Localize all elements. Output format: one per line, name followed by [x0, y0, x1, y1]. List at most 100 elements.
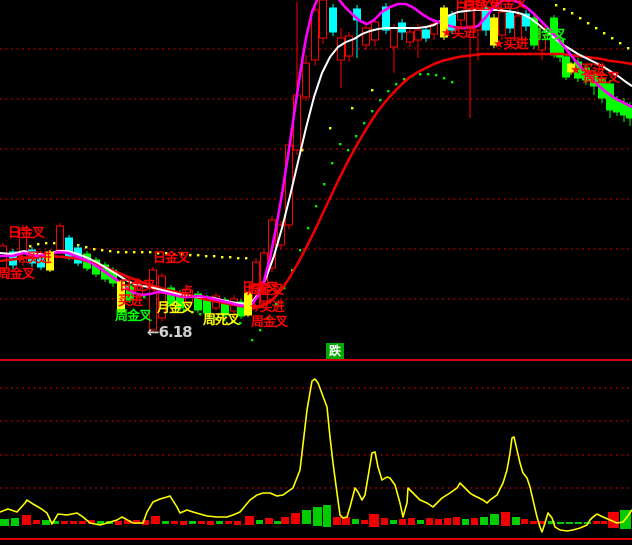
volume-bar: [435, 519, 442, 525]
candle-body: [320, 0, 327, 38]
candle-body: [118, 282, 125, 312]
dots-lower-green-rise: [395, 83, 397, 85]
dots-upper-yellow-left: [109, 250, 111, 252]
volume-bar: [399, 519, 406, 525]
volume-bar: [171, 521, 178, 524]
candle-body: [312, 10, 319, 60]
volume-bar: [361, 520, 368, 524]
volume-bar: [79, 521, 86, 524]
dots-lower-green-rise: [347, 149, 349, 151]
volume-bar: [313, 507, 322, 526]
candle-body: [47, 252, 54, 270]
dots-lower-green-rise: [299, 249, 301, 251]
volume-bar: [245, 516, 254, 525]
volume-bar: [453, 517, 460, 525]
volume-bar: [225, 521, 232, 524]
volume-bar: [274, 521, 281, 524]
stock-chart-window: 日金叉★买进周金叉日金叉日金叉买进周金叉月金叉点周死叉←6.18日金叉周金叉★买…: [0, 0, 632, 545]
candle-body: [415, 30, 422, 40]
dots-lower-green-rise: [331, 162, 333, 164]
dots-sparse-yellow-rise: [329, 127, 331, 129]
dots-lower-green-rise: [323, 183, 325, 185]
dots-lower-green-rise: [267, 317, 269, 319]
dots-upper-yellow-left: [213, 255, 215, 257]
volume-bar: [70, 521, 77, 524]
volume-bar: [281, 517, 289, 524]
candle-body: [245, 293, 252, 315]
dots-upper-yellow-left: [29, 245, 31, 247]
dots-upper-yellow-left: [45, 242, 47, 244]
dots-upper-yellow-left: [93, 248, 95, 250]
dots-lower-green-rise: [355, 135, 357, 137]
dots-lower-green-rise: [363, 122, 365, 124]
volume-bar: [180, 521, 187, 525]
volume-bar: [408, 518, 415, 525]
volume-bar: [512, 517, 520, 525]
volume-bar: [323, 505, 331, 527]
dots-upper-yellow-right: [603, 32, 605, 34]
fall-label-badge: 跌: [326, 343, 344, 359]
dots-upper-yellow-left: [37, 243, 39, 245]
dots-lower-green-rise: [339, 143, 341, 145]
dots-lower-green-decline: [199, 313, 201, 315]
candle-body: [568, 64, 575, 72]
dots-upper-yellow-left: [173, 253, 175, 255]
candle-body: [441, 8, 448, 37]
dots-lower-green-rise: [371, 110, 373, 112]
dots-lower-green-rise: [435, 74, 437, 76]
volume-bar: [501, 512, 510, 526]
volume-bar: [369, 514, 379, 527]
dots-lower-green-rise: [379, 99, 381, 101]
volume-bar: [417, 520, 424, 524]
volume-bar: [234, 521, 241, 525]
dots-lower-green-rise: [387, 90, 389, 92]
dots-lower-green-rise: [275, 303, 277, 305]
dots-upper-yellow-left: [53, 242, 55, 244]
volume-bar: [333, 517, 341, 525]
candle-body: [150, 270, 157, 330]
volume-bar: [521, 519, 528, 524]
candle-body: [423, 30, 430, 38]
panel-separator: [0, 538, 632, 540]
panel-separator: [0, 359, 632, 361]
volume-bar: [162, 521, 169, 524]
candle-body: [338, 38, 345, 60]
dots-lower-green-rise: [451, 81, 453, 83]
dots-upper-yellow-left: [205, 255, 207, 257]
chart-canvas[interactable]: [0, 0, 632, 545]
candle-body: [499, 12, 506, 35]
volume-bar: [462, 519, 469, 525]
dots-upper-yellow-left: [125, 251, 127, 253]
volume-bar: [256, 520, 263, 524]
volume-bar: [302, 510, 311, 524]
dots-upper-yellow-left: [197, 254, 199, 256]
candle-body: [303, 63, 310, 97]
dots-upper-yellow-left: [133, 251, 135, 253]
volume-bar: [530, 521, 537, 524]
candle-body: [407, 32, 414, 42]
dots-upper-yellow-left: [149, 251, 151, 253]
dots-upper-yellow-left: [189, 254, 191, 256]
dots-upper-yellow-left: [141, 251, 143, 253]
dots-lower-green-decline: [215, 317, 217, 319]
volume-bar: [390, 520, 397, 524]
volume-bar: [216, 521, 223, 524]
volume-bar: [381, 518, 388, 525]
dots-lower-green-rise: [307, 227, 309, 229]
dots-upper-yellow-right: [595, 27, 597, 29]
dots-upper-yellow-right: [619, 42, 621, 44]
volume-bar: [115, 521, 122, 525]
dots-upper-yellow-left: [165, 252, 167, 254]
dots-lower-green-rise: [419, 73, 421, 75]
dots-sparse-yellow-rise: [371, 89, 373, 91]
volume-bar: [471, 518, 478, 525]
dots-upper-yellow-left: [101, 249, 103, 251]
dots-upper-yellow-right: [579, 17, 581, 19]
volume-bar: [566, 522, 573, 524]
volume-bar: [207, 521, 214, 525]
volume-bar: [198, 521, 205, 524]
candle-body: [491, 18, 498, 45]
candle-body: [515, 16, 522, 40]
dots-lower-green-decline: [143, 296, 145, 298]
dots-lower-green-decline: [239, 322, 241, 324]
